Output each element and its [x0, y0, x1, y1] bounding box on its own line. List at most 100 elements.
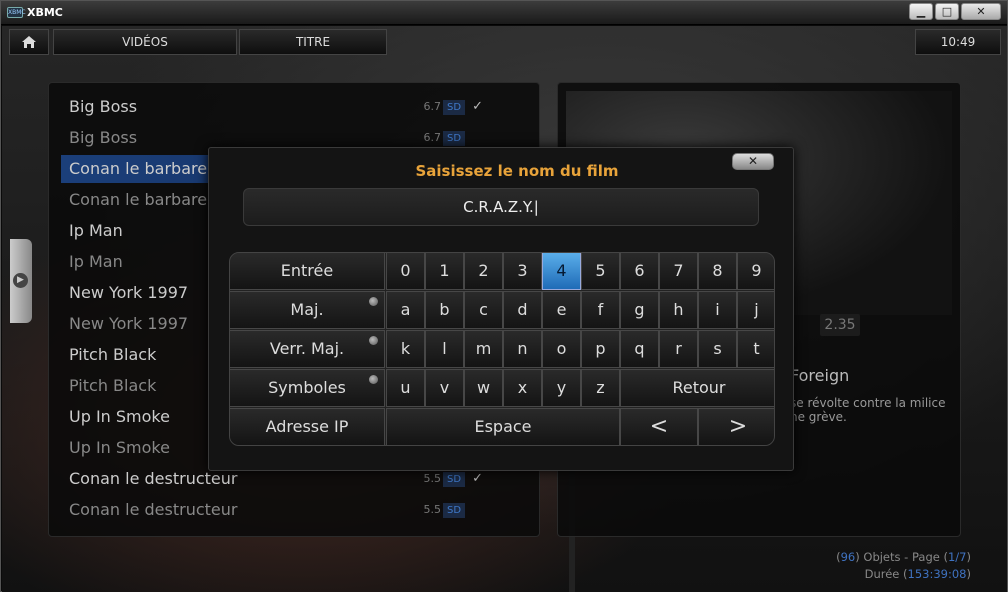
- duration-label: Durée: [864, 567, 900, 581]
- key-x[interactable]: x: [503, 369, 542, 407]
- key-k-label: k: [400, 339, 411, 358]
- key-3-label: 3: [517, 261, 528, 280]
- key-shift-label: Maj.: [290, 300, 324, 319]
- key-f-label: f: [597, 300, 604, 319]
- key-g[interactable]: g: [620, 291, 659, 329]
- sort-label[interactable]: TITRE: [239, 29, 387, 55]
- key-c[interactable]: c: [464, 291, 503, 329]
- key-x-label: x: [517, 378, 528, 397]
- total-duration: Durée (153:39:08): [864, 567, 971, 581]
- home-button[interactable]: [9, 29, 49, 55]
- key-5[interactable]: 5: [581, 253, 620, 290]
- key-7[interactable]: 7: [659, 253, 698, 290]
- movie-plot: se révolte contre la milice ne grève.: [790, 396, 960, 424]
- watched-check-icon: ✓: [472, 99, 483, 114]
- key-3[interactable]: 3: [503, 253, 542, 290]
- sd-badge: SD: [443, 472, 465, 487]
- key-u-label: u: [400, 378, 411, 397]
- search-input[interactable]: C.R.A.Z.Y.|: [243, 188, 759, 226]
- key-symbols-label: Symboles: [268, 378, 346, 397]
- list-item-title: New York 1997: [69, 283, 189, 302]
- home-icon: [22, 36, 36, 48]
- key-s-label: s: [713, 339, 722, 358]
- key-b[interactable]: b: [425, 291, 464, 329]
- list-item-rating: 6.7: [423, 100, 442, 113]
- sd-badge: SD: [443, 131, 465, 146]
- key-4[interactable]: 4: [542, 253, 581, 290]
- list-item-title: Pitch Black: [69, 345, 157, 364]
- side-menu-tab[interactable]: ▶: [10, 239, 32, 323]
- key-v-label: v: [439, 378, 450, 397]
- key-t[interactable]: t: [737, 330, 774, 368]
- key-enter[interactable]: Entrée: [230, 253, 385, 290]
- key-9[interactable]: 9: [737, 253, 774, 290]
- key-capslock-label: Verr. Maj.: [269, 339, 345, 358]
- key-ip-address[interactable]: Adresse IP: [230, 408, 385, 445]
- key-space[interactable]: Espace: [386, 408, 620, 445]
- dialog-close-button[interactable]: ✕: [732, 153, 774, 170]
- sd-badge: SD: [443, 100, 465, 115]
- list-item-title: Pitch Black: [69, 376, 157, 395]
- key-8[interactable]: 8: [698, 253, 737, 290]
- section-label: VIDÉOS: [53, 29, 237, 55]
- key-symbols[interactable]: Symboles: [230, 369, 385, 407]
- toggle-indicator-icon: [369, 375, 378, 384]
- key-u[interactable]: u: [386, 369, 425, 407]
- key-9-label: 9: [751, 261, 762, 280]
- aspect-ratio-badge: 2.35: [820, 314, 860, 336]
- key-e[interactable]: e: [542, 291, 581, 329]
- key-t-label: t: [753, 339, 760, 358]
- key-s[interactable]: s: [698, 330, 737, 368]
- key-shift[interactable]: Maj.: [230, 291, 385, 329]
- key-d-label: d: [517, 300, 528, 319]
- key-a-label: a: [400, 300, 411, 319]
- page-indicator: 1/7: [947, 550, 967, 564]
- list-item[interactable]: Big Boss 6.7 SD ✓: [61, 93, 509, 121]
- duration-value: 153:39:08: [907, 567, 967, 581]
- list-item-title: Up In Smoke: [69, 438, 170, 457]
- key-c-label: c: [479, 300, 488, 319]
- close-window-button[interactable]: ✕: [961, 3, 1001, 20]
- list-item-title: Up In Smoke: [69, 407, 170, 426]
- key-m[interactable]: m: [464, 330, 503, 368]
- minimize-button[interactable]: ▁: [909, 3, 933, 20]
- key-cursor-right-label: >: [728, 414, 748, 439]
- key-2[interactable]: 2: [464, 253, 503, 290]
- key-l[interactable]: l: [425, 330, 464, 368]
- key-a[interactable]: a: [386, 291, 425, 329]
- key-y[interactable]: y: [542, 369, 581, 407]
- key-f[interactable]: f: [581, 291, 620, 329]
- key-6[interactable]: 6: [620, 253, 659, 290]
- key-n[interactable]: n: [503, 330, 542, 368]
- key-v[interactable]: v: [425, 369, 464, 407]
- objects-label: Objets - Page: [863, 550, 940, 564]
- key-k[interactable]: k: [386, 330, 425, 368]
- key-i[interactable]: i: [698, 291, 737, 329]
- object-count: (96) Objets - Page (1/7): [836, 550, 971, 564]
- key-z[interactable]: z: [581, 369, 620, 407]
- key-o[interactable]: o: [542, 330, 581, 368]
- key-h-label: h: [673, 300, 684, 319]
- key-r[interactable]: r: [659, 330, 698, 368]
- key-p[interactable]: p: [581, 330, 620, 368]
- key-backspace[interactable]: Retour: [620, 369, 774, 407]
- key-n-label: n: [517, 339, 528, 358]
- key-1[interactable]: 1: [425, 253, 464, 290]
- key-cursor-right[interactable]: >: [698, 408, 774, 445]
- key-capslock[interactable]: Verr. Maj.: [230, 330, 385, 368]
- key-q[interactable]: q: [620, 330, 659, 368]
- key-l-label: l: [442, 339, 447, 358]
- key-w[interactable]: w: [464, 369, 503, 407]
- key-p-label: p: [595, 339, 606, 358]
- key-h[interactable]: h: [659, 291, 698, 329]
- key-d[interactable]: d: [503, 291, 542, 329]
- list-item-rating: 5.5: [423, 503, 442, 516]
- window-title: XBMC: [27, 6, 63, 19]
- maximize-button[interactable]: □: [935, 3, 959, 20]
- key-j[interactable]: j: [737, 291, 774, 329]
- list-item[interactable]: Conan le destructeur 5.5 SD: [61, 496, 509, 524]
- key-z-label: z: [596, 378, 605, 397]
- key-0[interactable]: 0: [386, 253, 425, 290]
- list-item-title: Conan le barbare: [69, 159, 208, 178]
- key-cursor-left[interactable]: <: [620, 408, 698, 445]
